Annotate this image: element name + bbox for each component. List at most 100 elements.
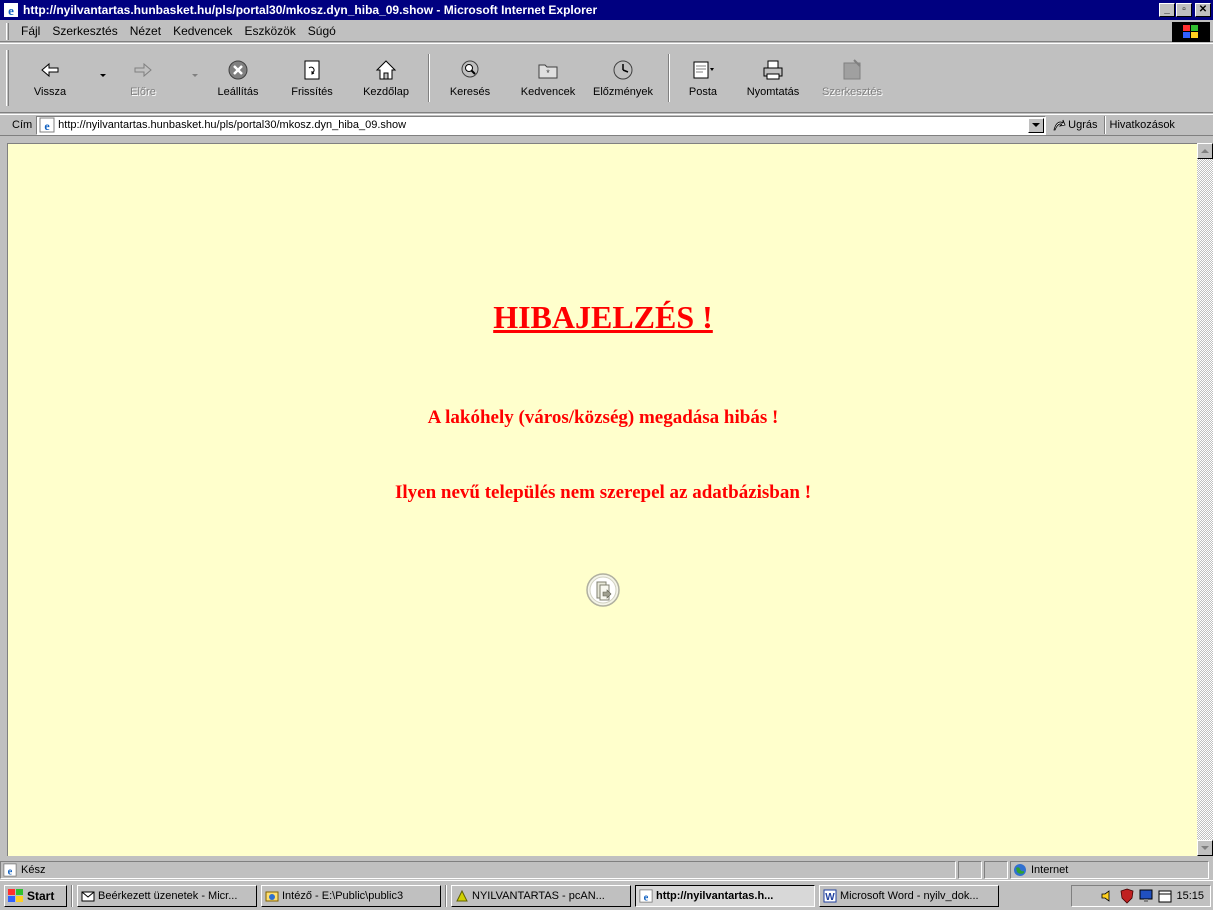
refresh-button[interactable]: Frissítés — [280, 50, 344, 106]
zone-text: Internet — [1031, 864, 1069, 876]
toolbar-separator — [428, 54, 430, 102]
refresh-label: Frissítés — [291, 86, 333, 98]
task-ie-active[interactable]: e http://nyilvantartas.h... — [635, 884, 815, 907]
print-label: Nyomtatás — [746, 86, 800, 98]
history-button[interactable]: Előzmények — [588, 50, 658, 106]
back-link-icon[interactable] — [584, 572, 622, 608]
clock: 15:15 — [1176, 889, 1204, 902]
print-button[interactable]: Nyomtatás — [738, 50, 808, 106]
speaker-icon[interactable] — [1100, 888, 1116, 904]
vertical-scrollbar[interactable] — [1197, 143, 1213, 856]
menu-grip[interactable] — [6, 22, 9, 40]
taskbar-separator — [71, 884, 73, 907]
search-button[interactable]: Keresés — [440, 50, 500, 106]
scroll-down-button[interactable] — [1197, 840, 1213, 856]
task-label: Intéző - E:\Public\public3 — [282, 889, 404, 902]
task-word[interactable]: W Microsoft Word - nyilv_dok... — [819, 884, 999, 907]
stop-button[interactable]: Leállítás — [206, 50, 270, 106]
inbox-icon — [81, 891, 95, 901]
close-button[interactable]: ✕ — [1195, 3, 1211, 17]
menu-view[interactable]: Nézet — [124, 24, 167, 38]
menu-help[interactable]: Súgó — [302, 24, 342, 38]
toolbar-grip[interactable] — [6, 50, 9, 106]
status-text-pane: e Kész — [0, 861, 956, 879]
history-label: Előzmények — [593, 86, 653, 98]
back-button[interactable]: Vissza — [22, 50, 78, 106]
forward-label: Előre — [130, 86, 156, 98]
error-message-residence: A lakóhely (város/község) megadása hibás… — [427, 407, 779, 428]
start-button[interactable]: Start — [4, 884, 67, 907]
mail-icon — [693, 61, 714, 79]
internet-globe-icon — [1014, 864, 1026, 876]
scheduler-icon[interactable] — [1157, 888, 1173, 904]
chevron-down-icon — [1032, 123, 1041, 127]
start-label: Start — [27, 888, 55, 903]
menu-tools[interactable]: Eszközök — [238, 24, 301, 38]
task-nyilvantartas[interactable]: NYILVANTARTAS - pcAN... — [451, 884, 631, 907]
error-message-not-found: Ilyen nevű település nem szerepel az ada… — [394, 482, 812, 503]
menu-edit[interactable]: Szerkesztés — [46, 24, 123, 38]
page-content: HIBAJELZÉS ! A lakóhely (város/község) m… — [7, 143, 1197, 856]
back-label: Vissza — [33, 86, 67, 98]
error-heading: HIBAJELZÉS ! — [493, 299, 713, 335]
taskbar: Start Beérkezett üzenetek - Micr... Inté… — [0, 880, 1213, 910]
back-dropdown-icon[interactable] — [100, 74, 106, 77]
status-bar: e Kész Internet — [0, 860, 1213, 880]
home-button[interactable]: Kezdőlap — [354, 50, 418, 106]
status-zone-pane: Internet — [1010, 861, 1209, 879]
antivirus-shield-icon[interactable] — [1119, 888, 1135, 904]
svg-text:e: e — [644, 892, 649, 903]
menu-bar: Fájl Szerkesztés Nézet Kedvencek Eszközö… — [0, 21, 1213, 42]
address-label: Cím — [12, 119, 33, 131]
menu-favorites[interactable]: Kedvencek — [167, 24, 238, 38]
go-button[interactable]: Ugrás — [1052, 118, 1098, 132]
favorites-folder-icon: * — [538, 64, 558, 79]
scroll-up-button[interactable] — [1197, 143, 1213, 159]
mail-label: Posta — [688, 86, 718, 98]
explorer-icon — [265, 891, 279, 901]
links-toolbar[interactable]: Hivatkozások — [1110, 119, 1175, 131]
svg-text:e: e — [8, 866, 13, 877]
ie-logo-icon: e — [639, 888, 653, 903]
address-input[interactable]: e http://nyilvantartas.hunbasket.hu/pls/… — [36, 115, 1047, 135]
windows-logo-icon — [1172, 22, 1210, 42]
edit-label: Szerkesztés — [822, 86, 882, 98]
maximize-button[interactable]: ▫ — [1176, 3, 1192, 17]
taskbar-separator — [445, 884, 447, 907]
ie-window: e http://nyilvantartas.hunbasket.hu/pls/… — [0, 0, 1213, 884]
svg-text:W: W — [825, 892, 835, 903]
history-clock-icon — [613, 60, 633, 80]
search-label: Keresés — [449, 86, 491, 98]
task-label: Microsoft Word - nyilv_dok... — [840, 889, 979, 902]
favorites-button[interactable]: * Kedvencek — [512, 50, 584, 106]
go-arrow-icon — [1053, 119, 1066, 131]
mail-button[interactable]: Posta — [680, 50, 726, 106]
svg-text:*: * — [546, 68, 550, 78]
printer-icon — [763, 60, 783, 80]
network-monitor-icon[interactable] — [1138, 888, 1154, 904]
forward-dropdown-icon[interactable] — [192, 74, 198, 77]
address-dropdown-button[interactable] — [1028, 117, 1045, 133]
task-inbox[interactable]: Beérkezett üzenetek - Micr... — [77, 884, 257, 907]
standard-toolbar: Vissza Előre Leállítás Frissítés Kezdőla… — [0, 43, 1213, 113]
system-tray: 15:15 — [1071, 884, 1211, 907]
forward-button[interactable]: Előre — [118, 50, 168, 106]
menu-file[interactable]: Fájl — [15, 24, 46, 38]
stop-label: Leállítás — [217, 86, 259, 98]
favorites-label: Kedvencek — [520, 86, 576, 98]
ie-page-icon: e — [3, 863, 17, 877]
chevron-down-icon — [1201, 846, 1209, 850]
task-label: NYILVANTARTAS - pcAN... — [472, 889, 605, 902]
links-separator — [1103, 116, 1106, 134]
task-label: Beérkezett üzenetek - Micr... — [98, 889, 238, 902]
svg-text:e: e — [8, 3, 14, 18]
edit-button[interactable]: Szerkesztés — [812, 50, 892, 106]
word-icon: W — [823, 889, 837, 903]
windows-flag-icon — [8, 888, 23, 902]
home-label: Kezdőlap — [363, 86, 409, 98]
task-explorer[interactable]: Intéző - E:\Public\public3 — [261, 884, 441, 907]
edit-icon — [843, 59, 861, 80]
title-bar[interactable]: e http://nyilvantartas.hunbasket.hu/pls/… — [0, 0, 1213, 20]
minimize-button[interactable]: _ — [1159, 3, 1175, 17]
home-icon — [375, 60, 397, 80]
